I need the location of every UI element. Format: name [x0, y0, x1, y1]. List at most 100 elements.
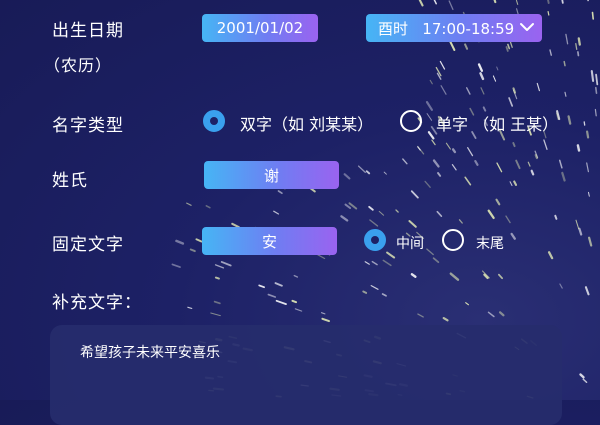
star-streak [396, 210, 398, 212]
star-streak [499, 275, 502, 279]
star-streak [452, 165, 456, 170]
star-streak [560, 284, 562, 288]
star-streak [412, 191, 418, 197]
star-streak [196, 239, 201, 241]
star-streak [493, 0, 495, 2]
star-streak [550, 50, 551, 55]
star-streak [425, 181, 430, 187]
star-streak [440, 62, 444, 70]
star-streak [565, 92, 566, 96]
star-streak [369, 207, 373, 210]
surname-label: 姓氏 [52, 166, 88, 191]
star-streak [403, 159, 407, 164]
position-middle-radio[interactable] [364, 229, 386, 251]
star-streak [430, 80, 432, 84]
star-streak [420, 0, 423, 5]
star-streak [532, 171, 534, 175]
star-streak [581, 375, 584, 378]
star-streak [211, 313, 221, 316]
star-streak [465, 177, 470, 184]
star-streak [383, 260, 391, 265]
star-streak [516, 161, 519, 169]
star-streak [438, 73, 441, 79]
star-streak [188, 307, 192, 308]
star-streak [222, 262, 231, 266]
star-streak [517, 1, 518, 5]
star-streak [544, 140, 547, 149]
star-streak [427, 249, 433, 254]
star-streak [418, 147, 424, 154]
star-streak [432, 140, 435, 145]
star-streak [418, 314, 423, 317]
star-streak [537, 84, 539, 91]
star-streak [451, 274, 458, 280]
birth-date-field[interactable]: 2001/01/02 [202, 14, 318, 42]
star-streak [379, 211, 383, 215]
star-streak [268, 295, 275, 297]
star-streak [560, 160, 562, 167]
name-type-single-label[interactable]: 单字 （如 王某） [436, 111, 558, 135]
star-streak [584, 122, 585, 125]
star-streak [512, 234, 515, 239]
fixed-char-input[interactable]: 安 [202, 227, 337, 255]
extra-text-textarea[interactable]: 希望孩子未来平安喜乐 [50, 325, 562, 425]
name-type-double-label[interactable]: 双字（如 刘某某） [240, 111, 373, 135]
star-streak [481, 73, 484, 79]
star-streak [363, 292, 366, 293]
star-streak [562, 173, 564, 181]
star-streak [564, 62, 565, 66]
star-streak [466, 303, 469, 305]
star-streak [514, 90, 517, 99]
star-streak [370, 220, 378, 226]
star-streak [429, 132, 434, 138]
star-streak [206, 206, 210, 208]
star-streak [450, 42, 454, 51]
star-streak [595, 110, 596, 116]
star-streak [489, 211, 494, 218]
star-streak [383, 294, 386, 296]
star-streak [436, 68, 441, 76]
star-streak [583, 379, 586, 382]
star-streak [555, 216, 556, 219]
star-streak [365, 262, 369, 265]
name-type-double-radio[interactable] [203, 110, 225, 132]
position-middle-label[interactable]: 中间 [396, 233, 424, 253]
star-streak [292, 301, 296, 302]
star-streak [438, 173, 440, 176]
star-streak [535, 151, 537, 157]
star-streak [274, 211, 279, 214]
position-end-radio[interactable] [442, 229, 464, 251]
star-streak [465, 44, 467, 48]
position-end-label[interactable]: 末尾 [476, 233, 504, 253]
star-streak [497, 163, 502, 172]
star-streak [589, 192, 590, 196]
star-streak [412, 274, 416, 276]
star-streak [216, 265, 224, 268]
star-streak [493, 76, 495, 81]
name-type-single-radio[interactable] [400, 110, 422, 132]
star-streak [367, 171, 370, 173]
star-streak [384, 172, 386, 174]
star-streak [586, 287, 589, 294]
surname-input[interactable]: 谢 [204, 161, 339, 189]
star-streak [576, 44, 577, 50]
star-streak [446, 143, 450, 149]
star-streak [566, 34, 568, 43]
star-streak [481, 88, 484, 94]
star-streak [497, 200, 500, 205]
star-streak [497, 67, 498, 70]
star-streak [172, 264, 180, 267]
star-streak [372, 262, 377, 265]
star-streak [434, 258, 439, 262]
name-type-label: 名字类型 [52, 111, 124, 136]
star-streak [350, 203, 357, 208]
star-streak [549, 252, 552, 258]
birth-time-select[interactable]: 酉时 17:00-18:59 [366, 14, 542, 42]
star-streak [345, 174, 350, 178]
star-streak [468, 148, 473, 156]
star-streak [432, 0, 436, 4]
star-streak [341, 216, 347, 220]
star-streak [176, 241, 183, 244]
star-streak [276, 283, 282, 286]
star-streak [514, 182, 516, 185]
